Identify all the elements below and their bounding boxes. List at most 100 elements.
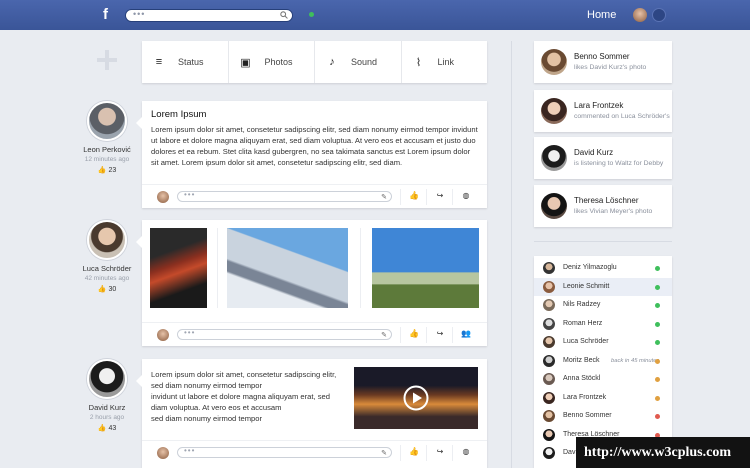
chat-contact[interactable]: Lara Frontzek <box>534 389 672 408</box>
column-divider <box>511 41 512 468</box>
people-icon[interactable]: 👥 <box>459 329 473 338</box>
chat-contact[interactable]: Leonie Schmitt <box>534 277 672 296</box>
avatar <box>543 299 555 311</box>
composer-photos-button[interactable]: ▣ Photos <box>229 41 315 83</box>
photo-thumbnail[interactable] <box>372 228 479 308</box>
activity-item[interactable]: Lara Frontzek commented on Luca Schröder… <box>534 90 672 132</box>
post-text-line: sed diam nonumy eirmod tempor <box>151 381 263 390</box>
composer-sound-button[interactable]: ♪ Sound <box>315 41 402 83</box>
post-pointer <box>136 236 142 248</box>
new-post-plus-icon[interactable] <box>97 50 117 70</box>
share-icon[interactable]: ↪ <box>433 191 447 200</box>
like-count: 👍 43 <box>72 424 142 432</box>
contact-name: Luca Schröder <box>563 338 609 345</box>
online-status-dot <box>309 12 314 17</box>
contact-name: Lara Frontzek <box>563 393 607 401</box>
composer-photos-label: Photos <box>264 57 293 67</box>
presence-dot <box>655 414 660 419</box>
contact-status: back in 45 minutes <box>611 357 660 364</box>
section-divider <box>534 241 672 242</box>
pencil-icon[interactable]: ✎ <box>381 449 387 457</box>
divider <box>426 445 427 461</box>
chat-contact[interactable]: Deniz Yilmazoglu <box>534 259 672 278</box>
chat-contact[interactable]: Luca Schröder <box>534 333 672 352</box>
post-action-bar: ••• ✎ 👍 ↪ ◍ <box>142 184 487 208</box>
avatar[interactable] <box>87 359 127 399</box>
activity-name: Benno Sommer <box>574 52 630 61</box>
post-author-leon: Leon Perković 12 minutes ago 👍 23 <box>72 101 142 174</box>
composer-link-button[interactable]: ⌇ Link <box>402 41 488 83</box>
activity-item[interactable]: David Kurz is listening to Waltz for Deb… <box>534 137 672 179</box>
avatar <box>543 354 555 367</box>
photo-thumbnail[interactable] <box>227 228 348 308</box>
comment-placeholder: ••• <box>184 446 196 455</box>
post-author-luca: Luca Schröder 42 minutes ago 👍 30 <box>72 220 142 293</box>
author-name[interactable]: Leon Perković <box>72 145 142 154</box>
pencil-icon[interactable]: ✎ <box>381 193 387 201</box>
activity-name: Theresa Löschner <box>574 196 639 205</box>
like-count-value: 30 <box>108 286 117 293</box>
avatar <box>541 193 567 219</box>
top-bar: f ••• Home <box>0 0 750 30</box>
sound-icon: ♪ <box>329 56 335 68</box>
chat-contact[interactable]: Anna Stöckl <box>534 370 672 389</box>
post-card: Lorem ipsum dolor sit amet, consetetur s… <box>136 359 487 468</box>
contact-name: Roman Herz <box>563 319 603 327</box>
divider <box>452 445 453 461</box>
avatar <box>541 98 567 124</box>
globe-icon[interactable]: ◍ <box>459 447 473 456</box>
avatar <box>543 262 555 274</box>
user-avatar[interactable] <box>633 8 647 22</box>
play-icon[interactable] <box>403 385 429 411</box>
divider <box>400 445 401 461</box>
video-thumbnail[interactable] <box>354 367 478 429</box>
author-name[interactable]: David Kurz <box>72 403 142 412</box>
post-text: Lorem ipsum dolor sit amet, consetetur s… <box>151 125 478 167</box>
post-text-line: invidunt ut labore et dolore magna aliqu… <box>151 392 330 401</box>
search-icon[interactable] <box>280 11 288 19</box>
activity-item[interactable]: Theresa Löschner likes Vivian Meyer's ph… <box>534 185 672 227</box>
avatar[interactable] <box>87 220 127 260</box>
watermark: http://www.w3cplus.com <box>576 437 750 468</box>
search-placeholder: ••• <box>133 9 146 19</box>
contact-name: Moritz Beck <box>563 356 600 364</box>
divider <box>452 189 453 205</box>
like-button[interactable]: 👍 <box>407 447 421 456</box>
commenter-avatar <box>157 329 169 341</box>
presence-dot <box>655 284 660 290</box>
comment-input[interactable]: ••• ✎ <box>177 328 392 340</box>
chat-contact[interactable]: Roman Herz <box>534 315 672 334</box>
search-input[interactable]: ••• <box>125 9 293 22</box>
comment-input[interactable]: ••• ✎ <box>177 190 392 202</box>
post-action-bar: ••• ✎ 👍 ↪ 👥 <box>142 322 487 346</box>
author-name[interactable]: Luca Schröder <box>72 264 142 273</box>
home-link[interactable]: Home <box>587 9 616 21</box>
chat-contact[interactable]: Moritz Beck back in 45 minutes <box>534 352 672 371</box>
notifications-icon[interactable] <box>652 8 666 22</box>
activity-desc: is listening to Waltz for Debby <box>574 160 664 167</box>
share-icon[interactable]: ↪ <box>433 447 447 456</box>
like-button[interactable]: 👍 <box>407 329 421 338</box>
like-count: 👍 23 <box>72 166 142 174</box>
chat-contact[interactable]: Nils Radzey <box>534 296 672 315</box>
composer-link-label: Link <box>437 57 455 67</box>
avatar <box>543 373 555 385</box>
commenter-avatar <box>157 191 169 203</box>
avatar <box>543 280 555 293</box>
globe-icon[interactable]: ◍ <box>459 191 473 200</box>
like-button[interactable]: 👍 <box>407 191 421 200</box>
photo-thumbnail[interactable] <box>150 228 207 308</box>
share-icon[interactable]: ↪ <box>433 329 447 338</box>
composer-status-button[interactable]: ≡ Status <box>142 41 229 83</box>
pencil-icon[interactable]: ✎ <box>381 331 387 339</box>
comment-placeholder: ••• <box>184 328 196 337</box>
avatar[interactable] <box>87 101 127 141</box>
thumbs-up-icon: 👍 <box>97 425 107 432</box>
activity-item[interactable]: Benno Sommer likes David Kurz's photo <box>534 41 672 83</box>
avatar <box>543 410 555 422</box>
presence-dot <box>655 340 660 345</box>
post-text-line: sed diam nonumy eirmod tempor <box>151 414 263 423</box>
chat-contact[interactable]: Benno Sommer <box>534 407 672 426</box>
facebook-logo[interactable]: f <box>103 6 108 23</box>
comment-input[interactable]: ••• ✎ <box>177 446 392 458</box>
